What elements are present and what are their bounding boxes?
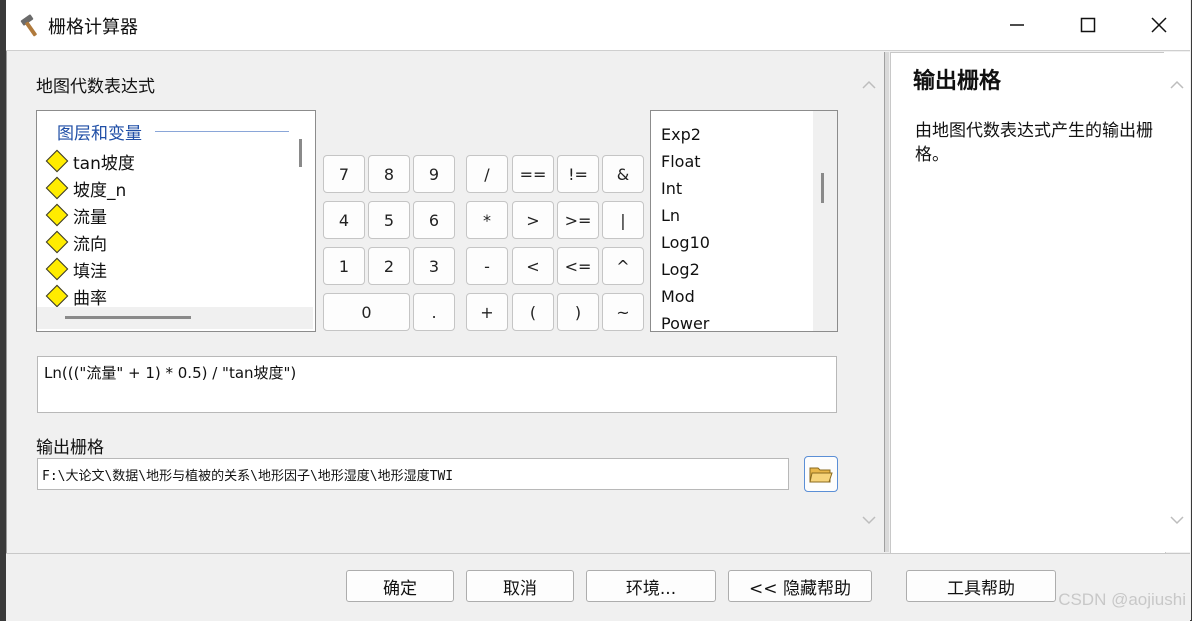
scroll-corner [289, 307, 313, 329]
key-and[interactable]: & [602, 155, 644, 193]
maximize-button[interactable] [1060, 4, 1116, 46]
watermark: CSDN @aojiushi [1058, 590, 1186, 609]
expression-text: Ln((("流量" + 1) * 0.5) / "tan坡度") [44, 364, 297, 382]
key-9[interactable]: 9 [413, 155, 455, 193]
help-pane: 输出栅格 由地图代数表达式产生的输出栅格。 [890, 52, 1166, 554]
parameters-scrollbar[interactable] [856, 52, 882, 550]
key-not[interactable]: ~ [602, 293, 644, 331]
function-item[interactable]: Float [661, 152, 701, 171]
functions-vertical-scrollbar[interactable] [821, 173, 824, 203]
layers-horizontal-scrollbar[interactable] [65, 316, 191, 319]
key-greater-equal[interactable]: >= [557, 201, 599, 239]
minimize-button[interactable] [989, 4, 1045, 46]
window-title: 栅格计算器 [48, 17, 138, 38]
key-open-paren[interactable]: ( [512, 293, 554, 331]
function-item[interactable]: Power [661, 314, 709, 331]
minimize-icon [1010, 24, 1024, 26]
output-raster-input[interactable]: F:\大论文\数据\地形与植被的关系\地形因子\地形湿度\地形湿度TWI [37, 458, 789, 490]
function-item[interactable]: Log2 [661, 260, 700, 279]
layers-vertical-scrollbar[interactable] [299, 139, 302, 167]
layer-item[interactable]: 坡度_n [45, 175, 126, 201]
chevron-down-icon[interactable] [862, 513, 876, 527]
layer-item[interactable]: 流量 [45, 202, 107, 228]
raster-layer-icon [45, 203, 69, 227]
cancel-button[interactable]: 取消 [466, 570, 574, 602]
key-7[interactable]: 7 [323, 155, 365, 193]
browse-button[interactable] [804, 456, 838, 492]
raster-layer-icon [45, 149, 69, 173]
key-divide[interactable]: / [466, 155, 508, 193]
key-6[interactable]: 6 [413, 201, 455, 239]
help-title: 输出栅格 [913, 69, 1002, 94]
layers-header: 图层和变量 [57, 124, 142, 144]
hide-help-button[interactable]: << 隐藏帮助 [728, 570, 872, 602]
key-close-paren[interactable]: ) [557, 293, 599, 331]
raster-layer-icon [45, 284, 69, 308]
key-equal[interactable]: == [512, 155, 554, 193]
key-4[interactable]: 4 [323, 201, 365, 239]
key-2[interactable]: 2 [368, 247, 410, 285]
key-5[interactable]: 5 [368, 201, 410, 239]
key-less-equal[interactable]: <= [557, 247, 599, 285]
title-separator [6, 50, 1190, 51]
output-raster-path: F:\大论文\数据\地形与植被的关系\地形因子\地形湿度\地形湿度TWI [42, 469, 454, 484]
expression-input[interactable]: Ln((("流量" + 1) * 0.5) / "tan坡度") [37, 356, 837, 413]
function-item[interactable]: Ln [661, 206, 680, 225]
function-item[interactable]: Log10 [661, 233, 710, 252]
chevron-down-icon[interactable] [1170, 513, 1184, 527]
raster-layer-icon [45, 176, 69, 200]
key-less[interactable]: < [512, 247, 554, 285]
key-or[interactable]: | [602, 201, 644, 239]
raster-layer-icon [45, 257, 69, 281]
key-not-equal[interactable]: != [557, 155, 599, 193]
pane-splitter[interactable] [884, 52, 889, 552]
key-8[interactable]: 8 [368, 155, 410, 193]
key-xor[interactable]: ^ [602, 247, 644, 285]
key-greater[interactable]: > [512, 201, 554, 239]
folder-icon [809, 467, 833, 483]
raster-layer-icon [45, 230, 69, 254]
key-multiply[interactable]: * [466, 201, 508, 239]
output-raster-label: 输出栅格 [36, 438, 104, 458]
layers-header-rule [155, 131, 289, 132]
chevron-up-icon[interactable] [862, 78, 876, 92]
close-button[interactable] [1131, 4, 1187, 46]
help-text: 由地图代数表达式产生的输出栅格。 [915, 121, 1153, 165]
layers-listbox[interactable]: 图层和变量 tan坡度 坡度_n 流量 流向 填洼 曲率 [36, 110, 316, 332]
key-minus[interactable]: - [466, 247, 508, 285]
environments-button[interactable]: 环境... [586, 570, 716, 602]
function-item[interactable]: Int [661, 179, 682, 198]
key-plus[interactable]: + [466, 293, 508, 331]
layer-item[interactable]: 填洼 [45, 256, 107, 282]
maximize-icon [1080, 17, 1096, 33]
functions-listbox[interactable]: Exp2 Float Int Ln Log10 Log2 Mod Power [650, 110, 838, 332]
function-item[interactable]: Exp2 [661, 125, 701, 144]
hammer-icon [18, 12, 44, 38]
ok-button[interactable]: 确定 [346, 570, 454, 602]
functions-scroll-track [813, 111, 837, 331]
key-0[interactable]: 0 [323, 293, 410, 331]
layer-item[interactable]: 曲率 [45, 283, 107, 309]
key-1[interactable]: 1 [323, 247, 365, 285]
chevron-up-icon[interactable] [1170, 78, 1184, 92]
key-3[interactable]: 3 [413, 247, 455, 285]
help-scrollbar[interactable] [1164, 52, 1190, 552]
layer-item[interactable]: 流向 [45, 229, 107, 255]
close-icon [1151, 17, 1167, 33]
key-decimal[interactable]: . [413, 293, 455, 331]
tool-help-button[interactable]: 工具帮助 [906, 570, 1056, 602]
expression-section-label: 地图代数表达式 [36, 77, 155, 97]
function-item[interactable]: Mod [661, 287, 695, 306]
layer-item[interactable]: tan坡度 [45, 148, 135, 174]
